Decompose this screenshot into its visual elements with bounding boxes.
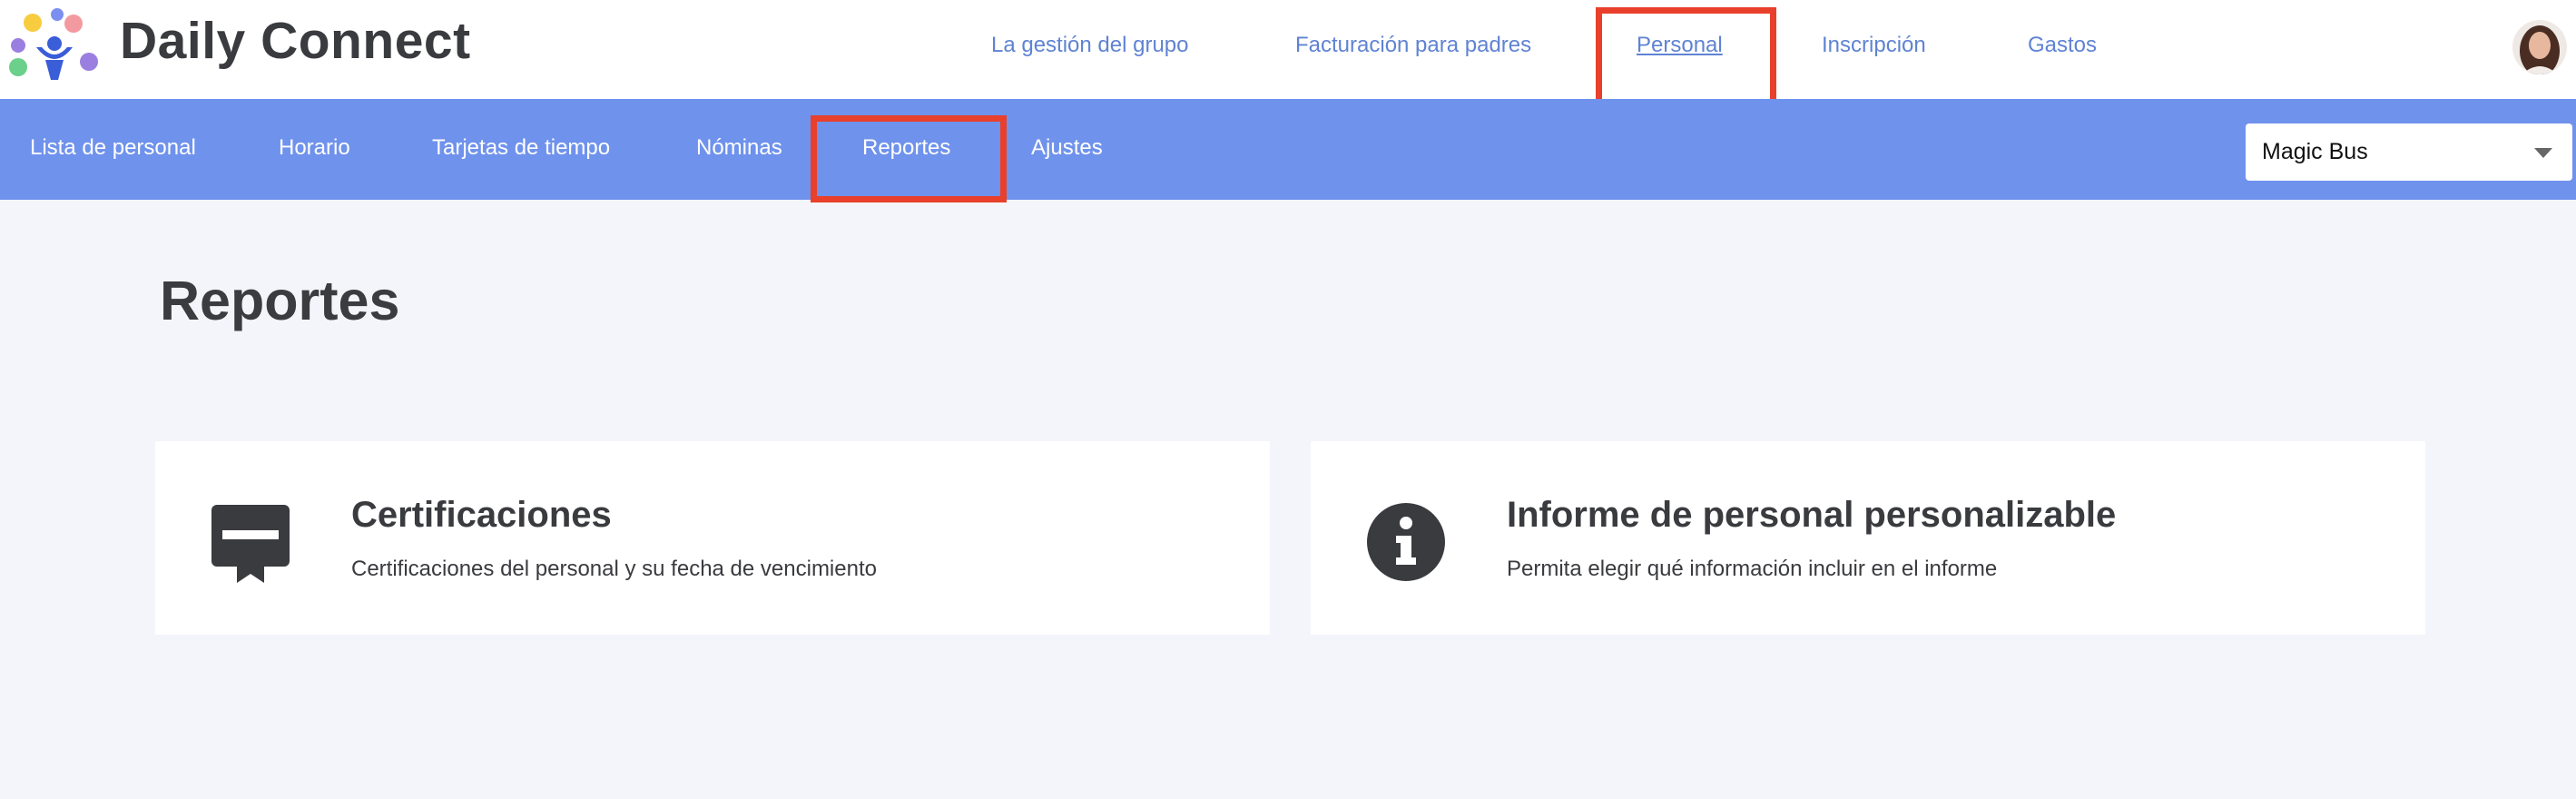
chevron-down-icon: [2534, 148, 2552, 158]
page-title: Reportes: [160, 270, 400, 331]
info-icon: [1367, 503, 1445, 581]
card-description: Permita elegir qué información incluir e…: [1507, 557, 1998, 581]
top-nav-expenses[interactable]: Gastos: [2028, 33, 2097, 58]
sub-nav-payroll[interactable]: Nóminas: [696, 135, 782, 161]
user-avatar[interactable]: [2512, 20, 2567, 74]
daily-connect-logo[interactable]: [5, 7, 100, 82]
highlight-box-reports: [811, 115, 1007, 202]
card-title: Informe de personal personalizable: [1507, 495, 2117, 535]
card-description: Certificaciones del personal y su fecha …: [351, 557, 877, 581]
report-card-custom-staff-report[interactable]: Informe de personal personalizable Permi…: [1311, 441, 2425, 635]
top-nav-group-management[interactable]: La gestión del grupo: [991, 33, 1189, 58]
center-select[interactable]: Magic Bus: [2246, 123, 2572, 181]
card-title: Certificaciones: [351, 495, 612, 535]
sub-nav-bar: Lista de personal Horario Tarjetas de ti…: [0, 99, 2576, 200]
report-card-certifications[interactable]: Certificaciones Certificaciones del pers…: [155, 441, 1270, 635]
certificate-icon: [211, 505, 290, 583]
top-nav-enrollment[interactable]: Inscripción: [1822, 33, 1926, 58]
center-select-value: Magic Bus: [2262, 139, 2368, 164]
sub-nav-staff-list[interactable]: Lista de personal: [30, 135, 196, 161]
brand-name: Daily Connect: [120, 12, 471, 70]
sub-nav-schedule[interactable]: Horario: [279, 135, 350, 161]
sub-nav-settings[interactable]: Ajustes: [1031, 135, 1103, 161]
sub-nav-time-cards[interactable]: Tarjetas de tiempo: [432, 135, 610, 161]
highlight-box-personal: [1596, 7, 1776, 105]
top-nav-parent-billing[interactable]: Facturación para padres: [1295, 33, 1531, 58]
top-header: Daily Connect La gestión del grupo Factu…: [0, 0, 2576, 99]
